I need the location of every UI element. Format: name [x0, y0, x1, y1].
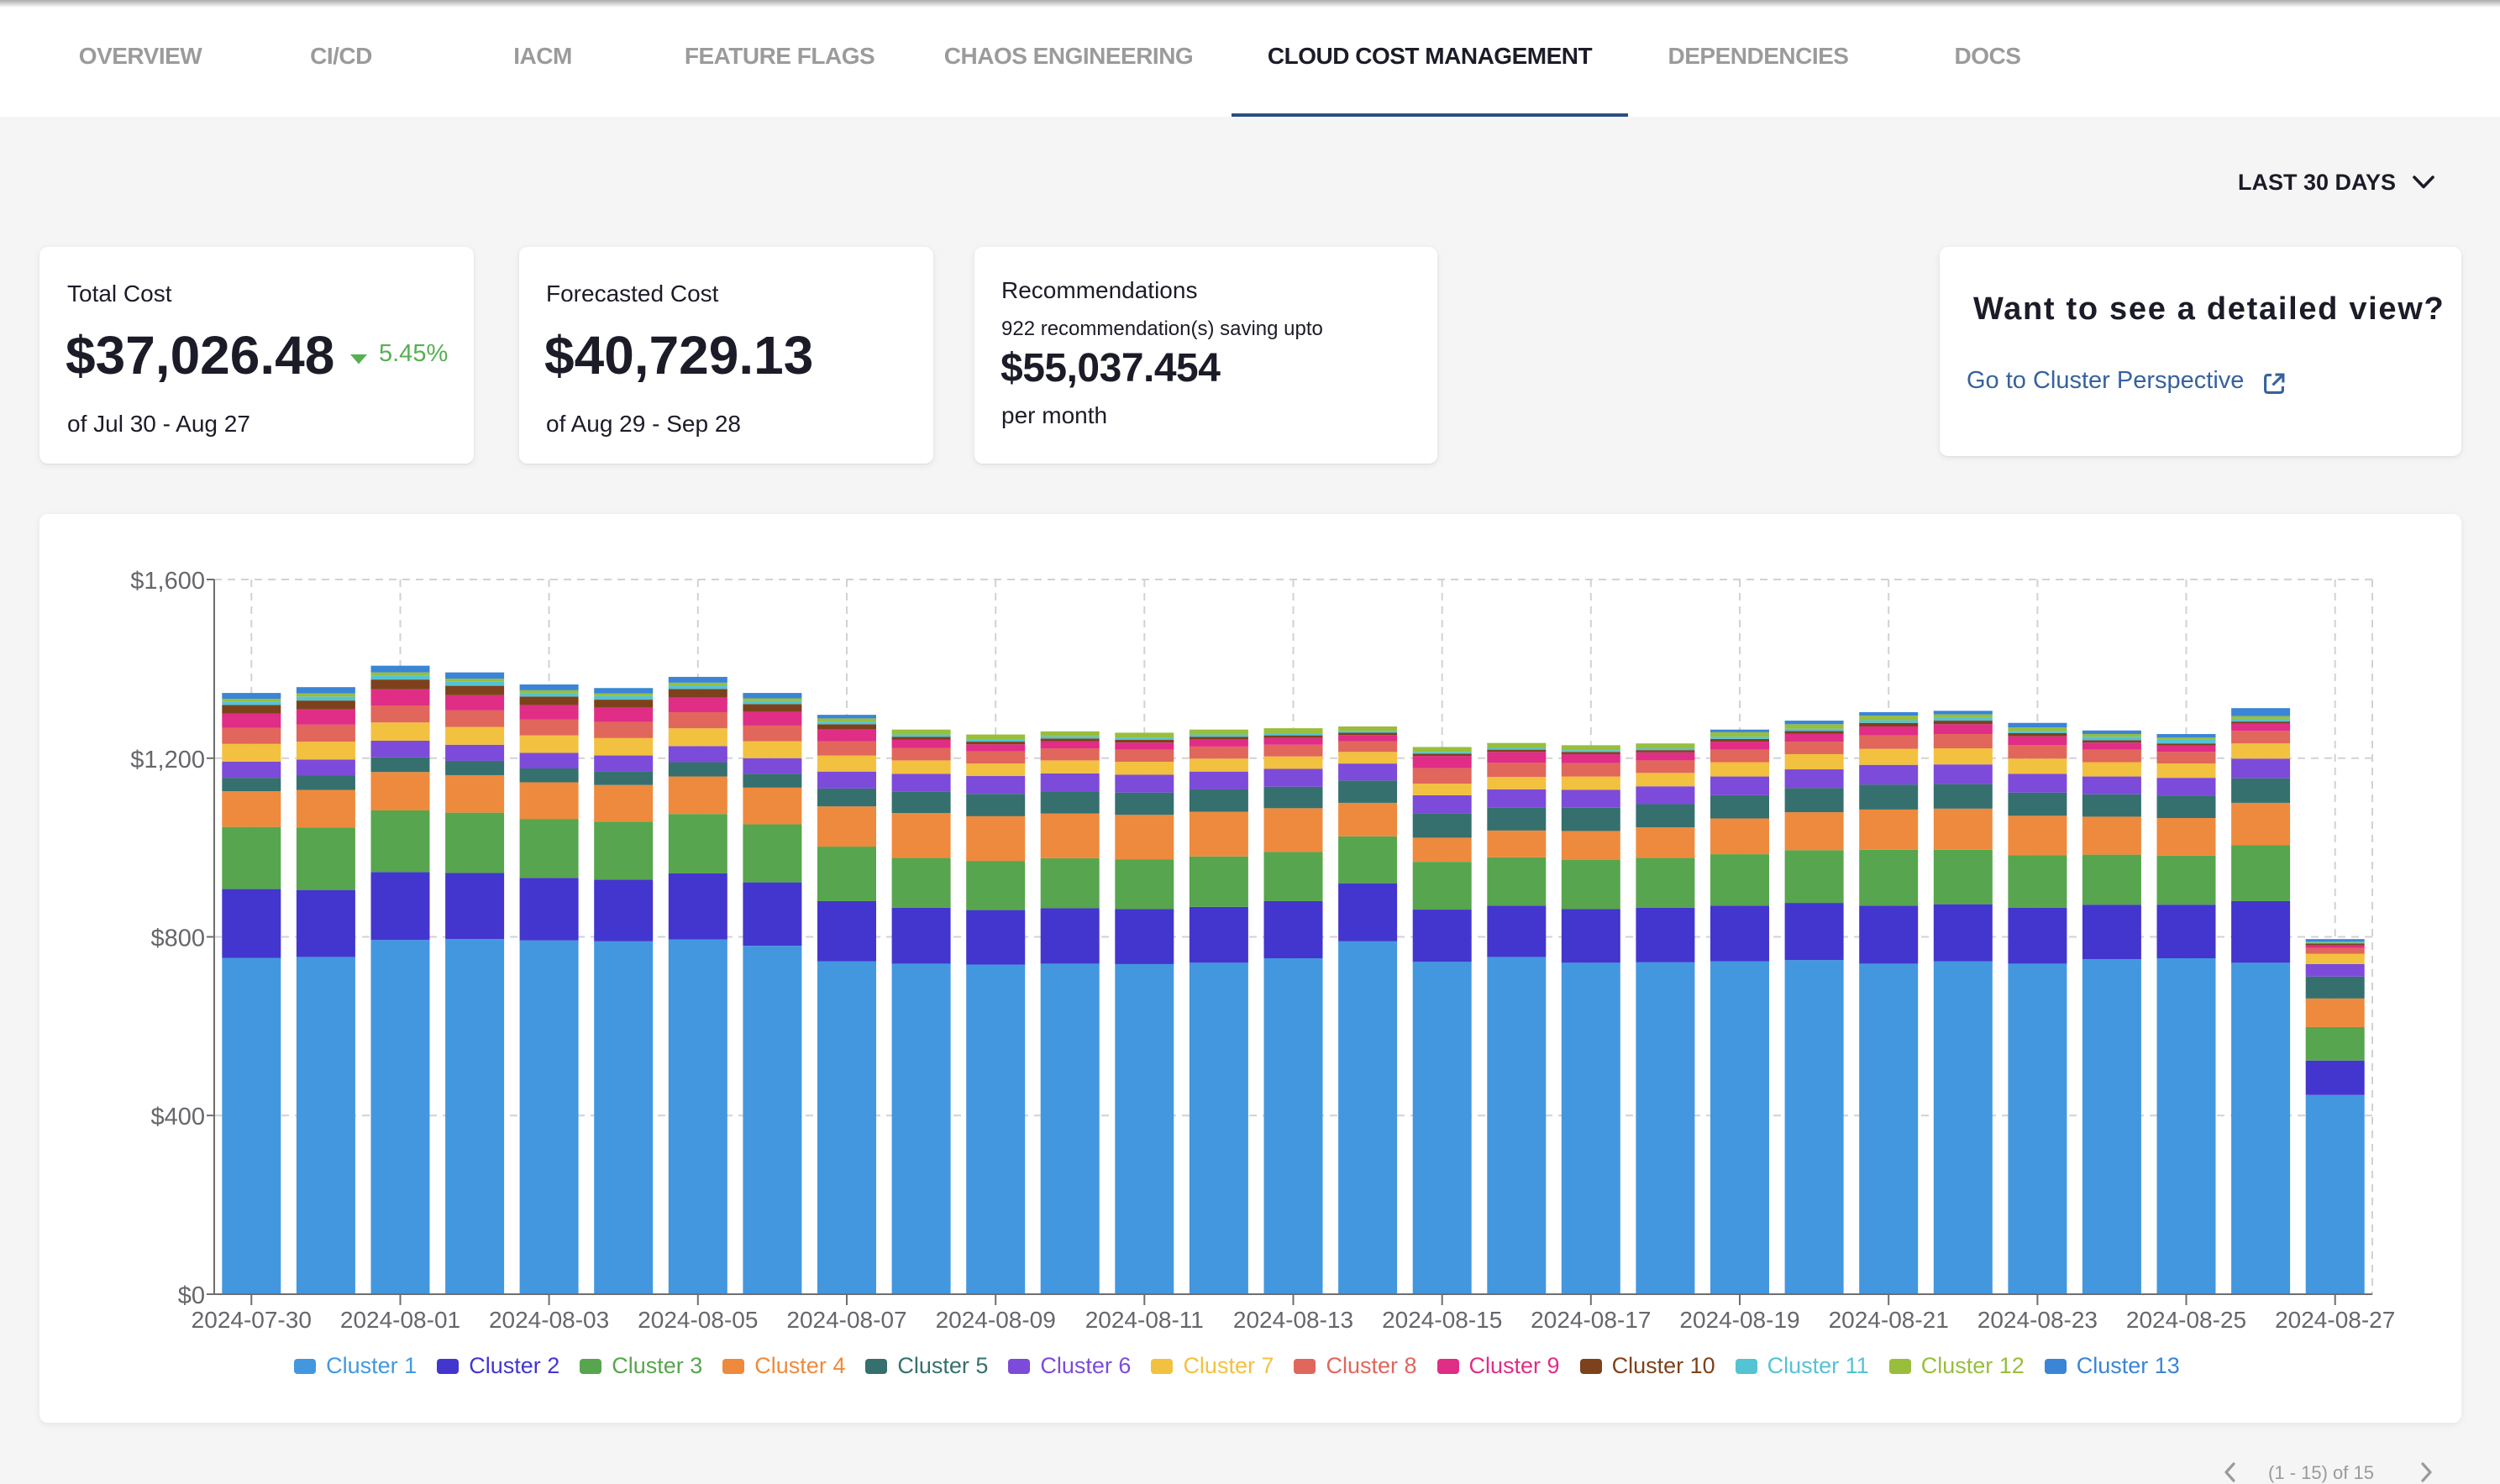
svg-text:$400: $400	[150, 1104, 205, 1130]
svg-text:2024-08-07: 2024-08-07	[786, 1307, 906, 1333]
svg-text:2024-08-21: 2024-08-21	[1829, 1307, 1949, 1333]
svg-text:2024-08-01: 2024-08-01	[340, 1307, 460, 1333]
svg-text:$1,200: $1,200	[130, 747, 205, 773]
svg-text:$0: $0	[178, 1282, 205, 1309]
svg-text:2024-08-05: 2024-08-05	[638, 1307, 758, 1333]
svg-text:$800: $800	[150, 926, 205, 952]
svg-text:2024-07-30: 2024-07-30	[192, 1307, 312, 1333]
svg-text:2024-08-23: 2024-08-23	[1977, 1307, 2098, 1333]
svg-text:2024-08-09: 2024-08-09	[936, 1307, 1056, 1333]
svg-text:$1,600: $1,600	[130, 568, 205, 595]
svg-text:2024-08-17: 2024-08-17	[1531, 1307, 1651, 1333]
svg-text:2024-08-25: 2024-08-25	[2126, 1307, 2246, 1333]
svg-text:2024-08-13: 2024-08-13	[1233, 1307, 1353, 1333]
svg-text:2024-08-11: 2024-08-11	[1085, 1307, 1204, 1333]
svg-text:2024-08-03: 2024-08-03	[489, 1307, 609, 1333]
svg-text:2024-08-27: 2024-08-27	[2275, 1307, 2395, 1333]
svg-text:2024-08-15: 2024-08-15	[1382, 1307, 1502, 1333]
svg-text:2024-08-19: 2024-08-19	[1679, 1307, 1799, 1333]
